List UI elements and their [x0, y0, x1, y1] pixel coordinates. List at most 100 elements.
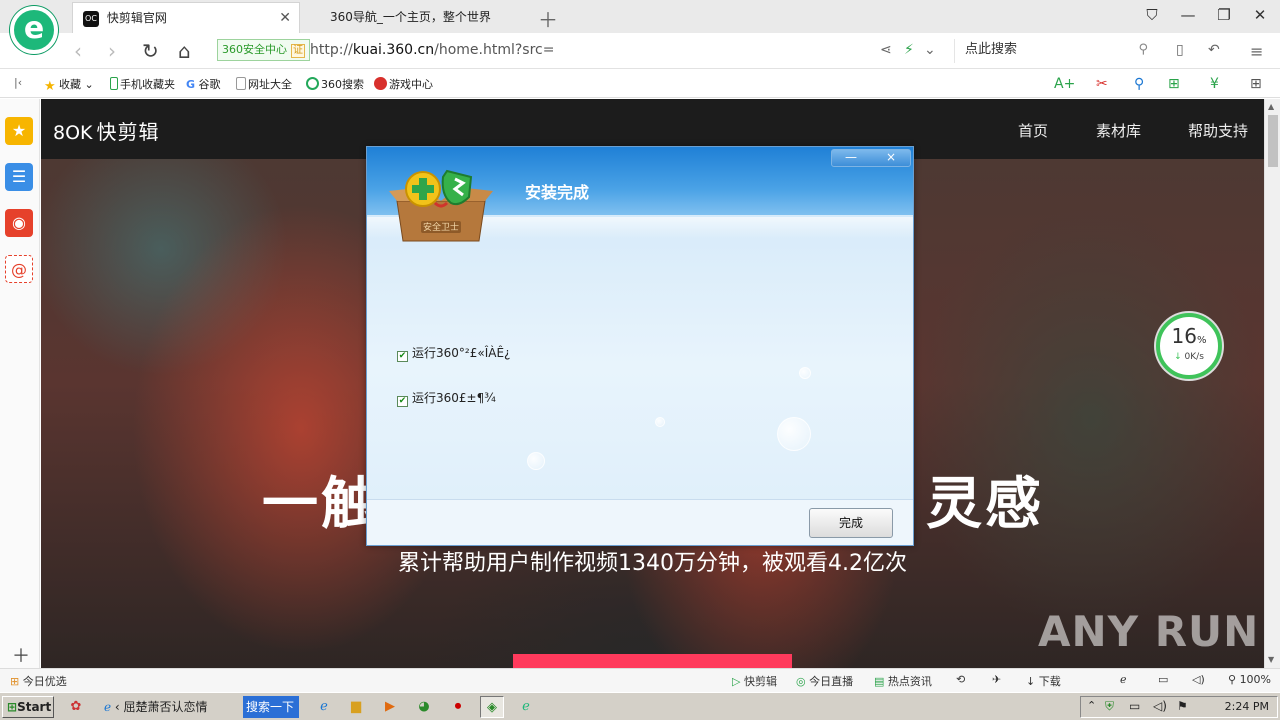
address-bar[interactable]: http://kuai.360.cn/home.html?src= — [310, 42, 554, 58]
nav-materials[interactable]: 素材库 — [1096, 120, 1141, 141]
page-scrollbar[interactable]: ▲ ▼ — [1264, 99, 1280, 668]
run-360-antivirus-checkbox[interactable]: ✔ 运行360£±¶¾ — [397, 389, 496, 407]
box-label: 安全卫士 — [423, 221, 459, 233]
gift-icon: ⊞ — [10, 675, 20, 688]
system-tray: ⌃ ⛨ ▭ ◁) ⚑ 2:24 PM — [1080, 696, 1278, 718]
search360-icon — [306, 77, 319, 90]
undo-icon[interactable]: ↶ — [1208, 42, 1220, 58]
zoom-level[interactable]: ⚲ 100% — [1228, 673, 1271, 686]
install-complete-dialog: 安全卫士 安装完成 — × ✔ 运行360°²£«ÎÀÊ¿ ✔ 运行360£±¶¾ … — [366, 146, 914, 546]
bookmark-360-search[interactable]: 360搜索 — [306, 76, 364, 92]
scroll-down-icon[interactable]: ▼ — [1268, 655, 1274, 664]
shield-icon[interactable]: ⛨ — [1105, 699, 1114, 714]
anyrun-watermark: ANY RUN — [1038, 607, 1260, 656]
favorites-star-icon[interactable]: ★ — [5, 117, 33, 145]
browser-360-logo-icon[interactable]: e — [10, 6, 58, 54]
checkbox-checked-icon[interactable]: ✔ — [397, 396, 408, 407]
volume-icon[interactable]: ◁) — [1192, 673, 1205, 686]
speed-mode-icon[interactable]: ⚡ — [904, 42, 914, 58]
installer-box-icon: 安全卫士 — [389, 169, 493, 242]
dialog-window-controls: — × — [831, 149, 911, 167]
forward-icon[interactable]: › — [108, 39, 116, 63]
restore-icon[interactable]: ❐ — [1214, 6, 1234, 24]
mail-icon[interactable]: @ — [5, 255, 33, 283]
home-icon[interactable]: ⌂ — [178, 39, 191, 63]
pin-icon[interactable]: ✈ — [992, 673, 1001, 686]
find-icon[interactable]: ⚲ — [1134, 76, 1144, 92]
nav-help[interactable]: 帮助支持 — [1188, 120, 1248, 141]
tray-expand-icon[interactable]: ⌃ — [1087, 699, 1096, 712]
flag-icon[interactable]: ⚑ — [1177, 699, 1188, 713]
bookmark-mobile[interactable]: 手机收藏夹 — [110, 76, 175, 92]
folder-icon[interactable]: ▆ — [344, 696, 368, 718]
mobile-icon[interactable]: ▯ — [1176, 42, 1184, 58]
taskbar-search[interactable]: 搜索一下 — [243, 696, 299, 718]
tab-kuaijianji[interactable]: OC 快剪辑官网 ✕ — [72, 2, 300, 33]
app-launcher-icon[interactable]: ✿ — [64, 696, 88, 718]
windows-taskbar: ⊞Start ✿ ℯ ‹ 屈楚萧否认恋情 搜索一下 ℯ ▆ ▶ ◕ ⏺ ◈ ℯ … — [0, 692, 1280, 720]
media-player-icon[interactable]: ▶ — [378, 696, 402, 718]
translate-icon[interactable]: A+ — [1054, 76, 1075, 92]
reading-list-icon[interactable]: ☰ — [5, 163, 33, 191]
tab-label: 360导航_一个主页，整个世界 — [330, 10, 491, 24]
antivirus-icon[interactable]: ⏺ — [446, 696, 470, 718]
status-kuaijianji[interactable]: ▷ 快剪辑 — [732, 673, 777, 689]
bookmarks-bar: |‹ ★ 收藏 ⌄ 手机收藏夹 G 谷歌 网址大全 360搜索 游戏中心 A+ ✂… — [0, 70, 1280, 98]
tab-360-nav[interactable]: 360导航_一个主页，整个世界 — [302, 2, 530, 33]
scrollbar-thumb[interactable] — [1268, 115, 1278, 167]
dialog-close-icon[interactable]: × — [872, 150, 910, 166]
window-icon[interactable]: ▭ — [1158, 673, 1168, 686]
installer-task-icon[interactable]: ◈ — [480, 696, 504, 718]
status-download[interactable]: ↓ 下载 — [1026, 673, 1061, 689]
start-button[interactable]: ⊞Start — [2, 696, 54, 718]
tray-volume-icon[interactable]: ◁) — [1153, 699, 1167, 713]
bookmark-game-center[interactable]: 游戏中心 — [374, 76, 433, 92]
network-icon[interactable]: ▭ — [1129, 699, 1140, 713]
search-input[interactable]: 点此搜索 ⚲ — [954, 39, 1154, 63]
browser-titlebar: OC 快剪辑官网 ✕ 360导航_一个主页，整个世界 ＋ ⛉ — ❐ ✕ — [0, 0, 1280, 33]
apps-grid-icon[interactable]: ⊞ — [1250, 76, 1262, 92]
weibo-icon[interactable]: ◉ — [5, 209, 33, 237]
nav-home[interactable]: 首页 — [1018, 120, 1048, 141]
finish-button[interactable]: 完成 — [809, 508, 893, 538]
site-logo[interactable]: 8OK 快剪辑 — [53, 116, 160, 145]
bookmark-url-directory[interactable]: 网址大全 — [236, 76, 292, 92]
ie-mode-icon[interactable]: ℯ — [1120, 673, 1127, 686]
download-icon: ↓ — [1026, 675, 1036, 688]
refresh-icon[interactable]: ↻ — [142, 39, 159, 63]
chevron-down-icon[interactable]: ⌄ — [924, 42, 936, 58]
run-360-security-checkbox[interactable]: ✔ 运行360°²£«ÎÀÊ¿ — [397, 344, 510, 362]
new-tab-icon[interactable]: ＋ — [538, 4, 558, 33]
menu-icon[interactable]: ≡ — [1250, 42, 1263, 61]
taskbar-ie-task[interactable]: ℯ ‹ 屈楚萧否认恋情 — [104, 696, 240, 718]
security-badge[interactable]: 360安全中心证 — [217, 39, 310, 61]
tab-close-icon[interactable]: ✕ — [279, 3, 291, 34]
collapse-sidebar-icon[interactable]: |‹ — [14, 76, 22, 89]
share-icon[interactable]: ⋖ — [880, 42, 892, 58]
window-close-icon[interactable]: ✕ — [1250, 6, 1270, 24]
status-news[interactable]: ▤ 热点资讯 — [874, 673, 932, 689]
search-icon[interactable]: ⚲ — [1138, 39, 1148, 61]
live-icon: ◎ — [796, 675, 806, 688]
checkbox-checked-icon[interactable]: ✔ — [397, 351, 408, 362]
gamepad-icon[interactable]: ⊞ — [1168, 76, 1180, 92]
chrome-icon[interactable]: ◕ — [412, 696, 436, 718]
bookmark-google[interactable]: G 谷歌 — [186, 76, 221, 92]
today-picks[interactable]: ⊞ 今日优选 — [10, 673, 67, 689]
network-speed-widget[interactable]: 16% ↓ 0K/s — [1156, 313, 1222, 379]
add-sidebar-icon[interactable]: ＋ — [12, 642, 30, 668]
minimize-icon[interactable]: — — [1178, 6, 1198, 24]
dialog-minimize-icon[interactable]: — — [832, 150, 870, 166]
360-browser-task-icon[interactable]: ℯ — [514, 696, 538, 718]
download-cta-button[interactable] — [513, 654, 792, 668]
status-live[interactable]: ◎ 今日直播 — [796, 673, 853, 689]
screenshot-scissors-icon[interactable]: ✂ — [1096, 76, 1108, 92]
scroll-up-icon[interactable]: ▲ — [1268, 102, 1274, 111]
play-icon: ▷ — [732, 675, 741, 688]
bookmark-favorites[interactable]: ★ 收藏 ⌄ — [44, 76, 94, 93]
ie-quicklaunch-icon[interactable]: ℯ — [312, 696, 336, 718]
shopping-icon[interactable]: ¥ — [1210, 76, 1219, 92]
speedup-icon[interactable]: ⟲ — [956, 673, 965, 686]
skin-shirt-icon[interactable]: ⛉ — [1142, 6, 1162, 24]
back-icon[interactable]: ‹ — [74, 39, 82, 63]
